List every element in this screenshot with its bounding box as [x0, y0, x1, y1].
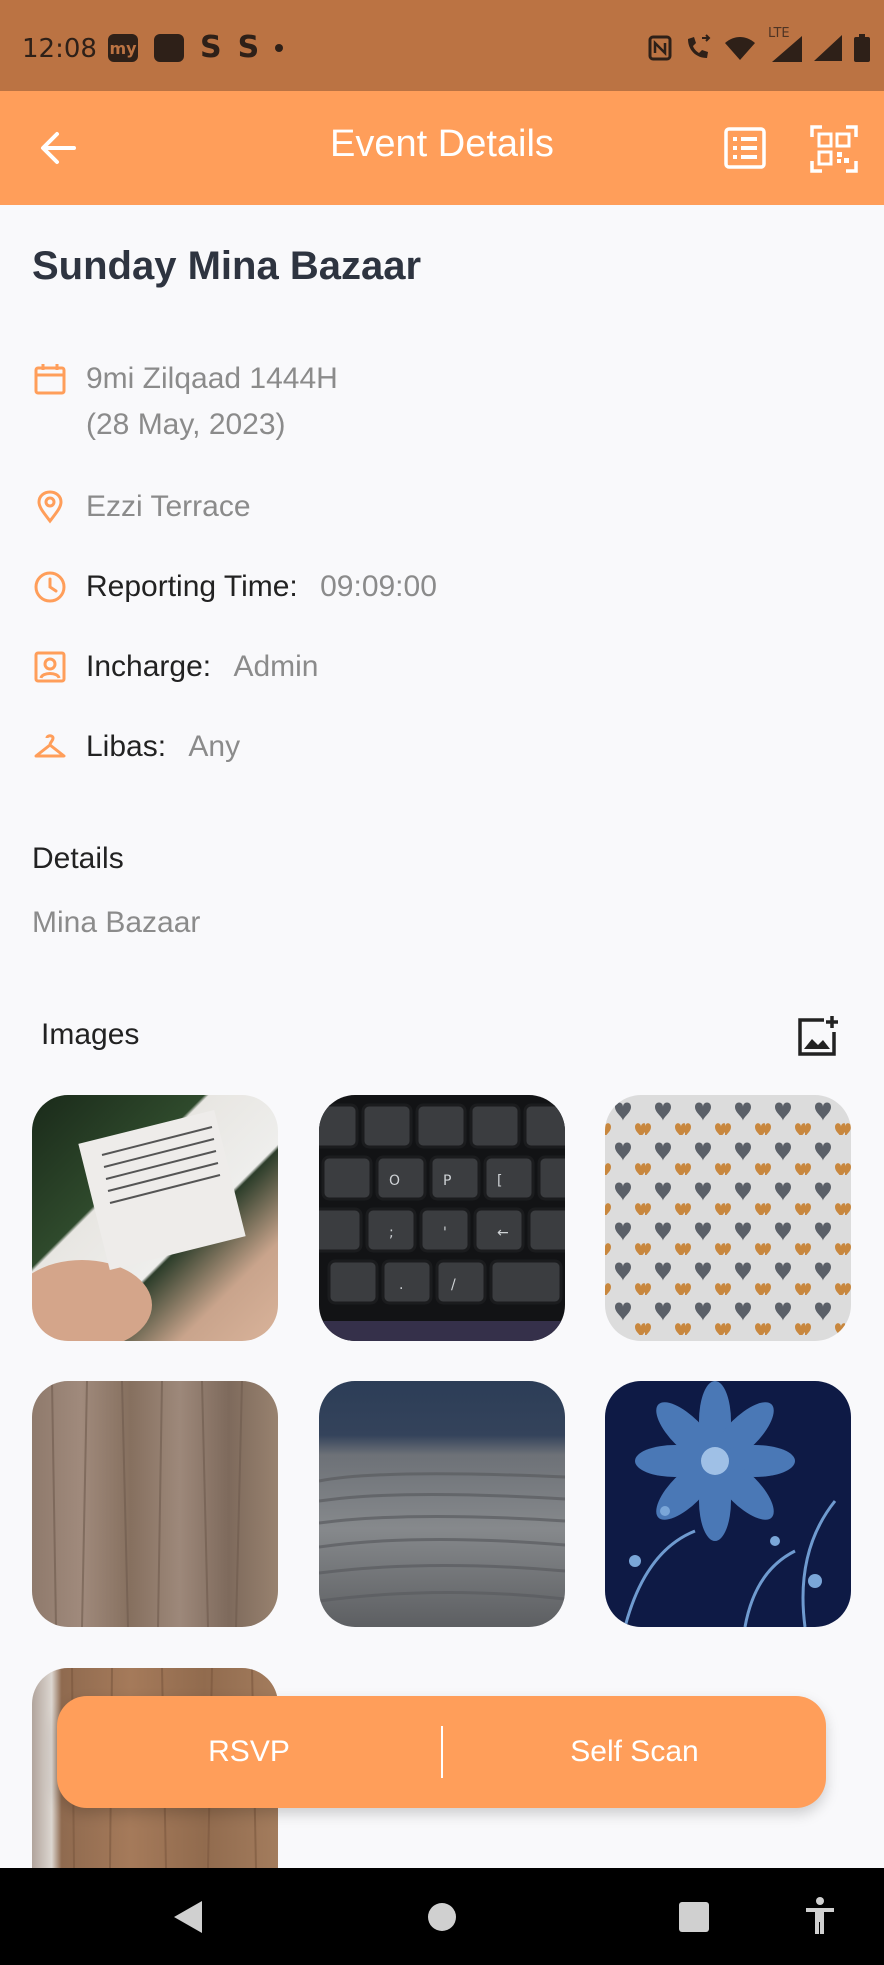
image-thumbnail-sand-dunes[interactable] [319, 1381, 565, 1627]
wifi-icon [725, 37, 755, 60]
image-thumbnail-blue-floral[interactable] [605, 1381, 851, 1627]
keyboard-photo: O P [; ' ←. / [319, 1103, 565, 1341]
battery-icon [854, 34, 870, 62]
product-label-photo [32, 1109, 246, 1341]
dot-icon [275, 44, 284, 52]
event-date-gregorian: (28 May, 2023) [86, 408, 286, 441]
lte-signal-icon: LTE [768, 26, 802, 62]
status-left-icons: my S S [108, 30, 284, 65]
back-triangle-icon[interactable] [170, 1898, 206, 1936]
accessibility-icon[interactable] [804, 1896, 836, 1936]
event-location: Ezzi Terrace [86, 490, 251, 523]
event-title: Sunday Mina Bazaar [32, 244, 422, 288]
qr-scan-icon [810, 125, 858, 173]
square-app-icon [154, 34, 184, 62]
recents-square-icon[interactable] [678, 1901, 710, 1933]
list-icon [724, 127, 766, 169]
s-app-icon: S [200, 30, 222, 65]
images-heading: Images [41, 1018, 140, 1051]
reporting-time-value: 09:09:00 [320, 570, 437, 603]
reporting-time-row: Reporting Time: 09:09:00 [86, 570, 437, 604]
image-thumbnail-keyboard[interactable]: O P [; ' ←. / [319, 1095, 565, 1341]
call-icon [688, 34, 711, 58]
app-bar: Event Details [0, 91, 884, 205]
clock-icon [34, 571, 66, 603]
details-text: Mina Bazaar [32, 906, 201, 939]
bottom-action-bar: RSVP Self Scan [57, 1696, 826, 1808]
contact-badge-icon [34, 651, 66, 683]
svg-text:;: ; [389, 1225, 394, 1241]
status-time: 12:08 [22, 34, 97, 64]
home-circle-icon[interactable] [426, 1901, 458, 1933]
status-right-icons: LTE [648, 26, 870, 62]
status-bar: 12:08 my S S LTE [0, 0, 884, 91]
reporting-time-label: Reporting Time: [86, 570, 298, 603]
incharge-value: Admin [233, 650, 319, 683]
details-heading: Details [32, 842, 124, 875]
nfc-icon [648, 35, 672, 61]
self-scan-button[interactable]: Self Scan [443, 1696, 826, 1808]
my-app-icon: my [108, 34, 138, 62]
wood-texture-photo [51, 1381, 243, 1627]
svg-text:P: P [443, 1173, 451, 1189]
incharge-label: Incharge: [86, 650, 212, 683]
incharge-row: Incharge: Admin [86, 650, 318, 684]
libas-row: Libas: Any [86, 730, 240, 764]
hanger-icon [34, 734, 66, 758]
image-thumbnail-hearts-fabric[interactable] [605, 1095, 851, 1341]
system-nav-bar [0, 1868, 884, 1965]
svg-text:O: O [389, 1173, 400, 1189]
svg-text:←: ← [497, 1225, 509, 1241]
event-date-hijri: 9mi Zilqaad 1444H [86, 362, 338, 395]
location-pin-icon [37, 490, 63, 524]
qr-scan-button[interactable] [810, 125, 858, 173]
libas-label: Libas: [86, 730, 167, 763]
signal-icon [814, 35, 842, 61]
svg-text:/: / [451, 1277, 456, 1293]
add-image-icon [798, 1016, 838, 1056]
add-image-button[interactable] [796, 1014, 840, 1058]
libas-value: Any [188, 730, 241, 763]
list-button[interactable] [722, 125, 768, 171]
svg-text:': ' [443, 1225, 447, 1241]
svg-text:.: . [399, 1277, 403, 1293]
blue-floral-photo [623, 1381, 837, 1627]
image-thumbnail-product-label[interactable] [32, 1095, 278, 1341]
svg-text:[: [ [497, 1173, 502, 1189]
s-app-icon: S [237, 30, 260, 65]
calendar-icon [34, 364, 66, 395]
hearts-fabric-photo [605, 1095, 851, 1341]
rsvp-button[interactable]: RSVP [57, 1696, 441, 1808]
image-thumbnail-wood-texture[interactable] [32, 1381, 278, 1627]
sand-dunes-photo [319, 1472, 565, 1603]
